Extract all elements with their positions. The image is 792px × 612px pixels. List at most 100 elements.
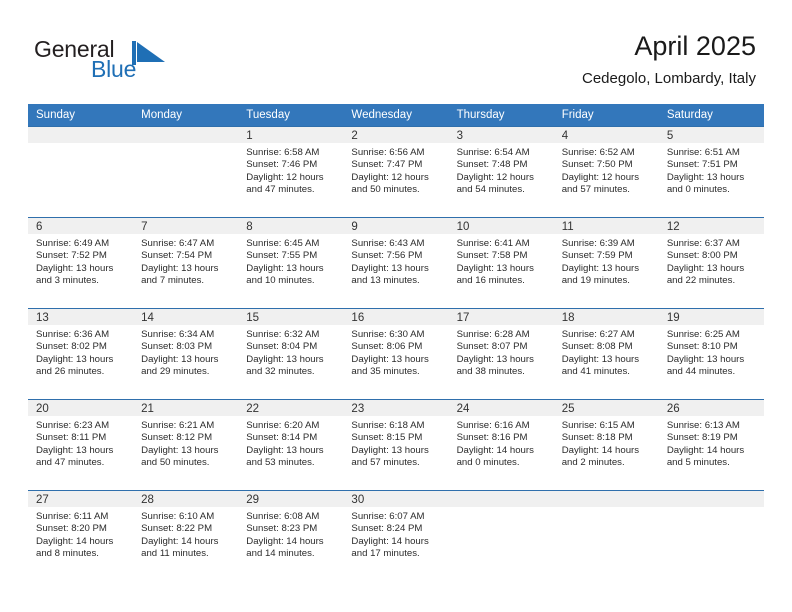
daylight-duration-line2: and 38 minutes.	[456, 365, 525, 377]
calendar-day-cell[interactable]: 22 Sunrise: 6:20 AM Sunset: 8:14 PM Dayligh…	[238, 399, 344, 491]
daylight-duration-line2: and 7 minutes.	[141, 274, 205, 286]
calendar-week-row: 20 Sunrise: 6:23 AM Sunset: 8:11 PM Dayligh…	[28, 399, 764, 491]
day-sun-info: Sunrise: 6:27 AM Sunset: 8:08 PM Daylight:…	[554, 325, 659, 378]
daylight-duration-line2: and 5 minutes.	[666, 456, 730, 468]
calendar-day-cell[interactable]: 10 Sunrise: 6:41 AM Sunset: 7:58 PM Dayligh…	[448, 217, 554, 309]
sunset-time: Sunset: 7:50 PM	[561, 159, 633, 171]
calendar-day-cell[interactable]: 15 Sunrise: 6:32 AM Sunset: 8:04 PM Dayligh…	[238, 308, 344, 400]
sunset-time: Sunset: 8:16 PM	[456, 432, 528, 444]
calendar-day-cell[interactable]: 4 Sunrise: 6:52 AM Sunset: 7:50 PM Daylight…	[553, 126, 659, 218]
calendar-day-cell[interactable]: 21 Sunrise: 6:21 AM Sunset: 8:12 PM Dayligh…	[133, 399, 239, 491]
calendar-day-cell[interactable]: 1 Sunrise: 6:58 AM Sunset: 7:46 PM Daylight…	[238, 126, 344, 218]
day-number: 7	[133, 218, 239, 234]
calendar-day-cell[interactable]: 3 Sunrise: 6:54 AM Sunset: 7:48 PM Daylight…	[448, 126, 554, 218]
calendar-day-cell[interactable]: 25 Sunrise: 6:15 AM Sunset: 8:18 PM Dayligh…	[553, 399, 659, 491]
day-sun-info: Sunrise: 6:49 AM Sunset: 7:52 PM Daylight:…	[28, 234, 133, 287]
daylight-duration-line2: and 0 minutes.	[666, 183, 730, 195]
calendar-day-cell[interactable]: 28 Sunrise: 6:10 AM Sunset: 8:22 PM Dayligh…	[133, 490, 239, 581]
daylight-duration-line1: Daylight: 12 hours	[246, 171, 324, 183]
day-sun-info: Sunrise: 6:56 AM Sunset: 7:47 PM Daylight:…	[343, 143, 448, 196]
calendar-header-row: Sunday Monday Tuesday Wednesday Thursday…	[28, 104, 764, 127]
day-sun-info: Sunrise: 6:36 AM Sunset: 8:02 PM Daylight:…	[28, 325, 133, 378]
sunrise-time: Sunrise: 6:34 AM	[141, 329, 215, 340]
daylight-duration-line1: Daylight: 13 hours	[246, 353, 324, 365]
page-title: April 2025	[634, 31, 756, 61]
blue-triangle-flag-icon	[132, 41, 166, 65]
sunrise-time: Sunrise: 6:36 AM	[36, 329, 110, 340]
day-number: 30	[343, 491, 449, 507]
calendar-day-cell[interactable]: 19 Sunrise: 6:25 AM Sunset: 8:10 PM Dayligh…	[658, 308, 764, 400]
calendar-day-cell[interactable]: 9 Sunrise: 6:43 AM Sunset: 7:56 PM Daylight…	[343, 217, 449, 309]
day-number	[28, 127, 134, 143]
daylight-duration-line1: Daylight: 13 hours	[561, 353, 640, 365]
calendar-day-cell[interactable]: 2 Sunrise: 6:56 AM Sunset: 7:47 PM Daylight…	[343, 126, 449, 218]
sunset-time: Sunset: 8:19 PM	[666, 432, 738, 444]
calendar-day-cell[interactable]: 11 Sunrise: 6:39 AM Sunset: 7:59 PM Dayligh…	[553, 217, 659, 309]
sunset-time: Sunset: 8:23 PM	[246, 523, 318, 535]
calendar-day-cell[interactable]: 23 Sunrise: 6:18 AM Sunset: 8:15 PM Dayligh…	[343, 399, 449, 491]
calendar-day-cell[interactable]: 6 Sunrise: 6:49 AM Sunset: 7:52 PM Daylight…	[28, 217, 134, 309]
calendar-day-cell[interactable]: 30 Sunrise: 6:07 AM Sunset: 8:24 PM Dayligh…	[343, 490, 449, 581]
sunset-time: Sunset: 8:00 PM	[666, 250, 738, 262]
day-number	[448, 491, 554, 507]
weekday-header-thursday: Thursday	[448, 104, 554, 127]
day-number: 12	[658, 218, 764, 234]
calendar-day-cell[interactable]: 26 Sunrise: 6:13 AM Sunset: 8:19 PM Dayligh…	[658, 399, 764, 491]
weekday-header-sunday: Sunday	[28, 104, 134, 127]
calendar-day-cell[interactable]: 29 Sunrise: 6:08 AM Sunset: 8:23 PM Dayligh…	[238, 490, 344, 581]
daylight-duration-line2: and 0 minutes.	[456, 456, 520, 468]
daylight-duration-line2: and 47 minutes.	[246, 183, 315, 195]
day-number: 2	[343, 127, 449, 143]
daylight-duration-line1: Daylight: 13 hours	[666, 262, 745, 274]
daylight-duration-line1: Daylight: 13 hours	[246, 444, 324, 456]
daylight-duration-line1: Daylight: 14 hours	[351, 535, 429, 547]
sunrise-time: Sunrise: 6:16 AM	[456, 420, 530, 431]
sunrise-time: Sunrise: 6:58 AM	[246, 147, 320, 158]
daylight-duration-line1: Daylight: 13 hours	[141, 262, 219, 274]
daylight-duration-line1: Daylight: 13 hours	[666, 171, 745, 183]
calendar-day-cell[interactable]: 12 Sunrise: 6:37 AM Sunset: 8:00 PM Dayligh…	[658, 217, 764, 309]
sunset-time: Sunset: 7:52 PM	[36, 250, 107, 262]
calendar-page: General Blue April 2025 Cedegolo, Lombar…	[0, 0, 792, 612]
page-header: General Blue April 2025 Cedegolo, Lombar…	[0, 0, 792, 100]
day-number: 23	[343, 400, 449, 416]
sunset-time: Sunset: 8:10 PM	[666, 341, 738, 353]
sunset-time: Sunset: 8:12 PM	[141, 432, 213, 444]
calendar-empty-cell	[133, 126, 239, 218]
day-number: 13	[28, 309, 134, 325]
daylight-duration-line1: Daylight: 13 hours	[246, 262, 324, 274]
daylight-duration-line2: and 11 minutes.	[141, 547, 209, 559]
calendar-day-cell[interactable]: 18 Sunrise: 6:27 AM Sunset: 8:08 PM Dayligh…	[553, 308, 659, 400]
calendar-empty-cell	[28, 126, 134, 218]
daylight-duration-line2: and 17 minutes.	[351, 547, 420, 559]
sunset-time: Sunset: 8:24 PM	[351, 523, 423, 535]
sunrise-time: Sunrise: 6:08 AM	[246, 511, 320, 522]
day-number	[658, 491, 764, 507]
day-sun-info: Sunrise: 6:45 AM Sunset: 7:55 PM Daylight:…	[238, 234, 343, 287]
sunset-time: Sunset: 8:18 PM	[561, 432, 633, 444]
daylight-duration-line1: Daylight: 13 hours	[666, 353, 745, 365]
sunset-time: Sunset: 8:04 PM	[246, 341, 318, 353]
day-sun-info: Sunrise: 6:30 AM Sunset: 8:06 PM Daylight:…	[343, 325, 448, 378]
day-sun-info: Sunrise: 6:34 AM Sunset: 8:03 PM Daylight:…	[133, 325, 238, 378]
sunset-time: Sunset: 7:58 PM	[456, 250, 528, 262]
day-sun-info: Sunrise: 6:13 AM Sunset: 8:19 PM Daylight:…	[659, 416, 764, 469]
calendar-day-cell[interactable]: 27 Sunrise: 6:11 AM Sunset: 8:20 PM Dayligh…	[28, 490, 134, 581]
calendar-day-cell[interactable]: 7 Sunrise: 6:47 AM Sunset: 7:54 PM Daylight…	[133, 217, 239, 309]
calendar-day-cell[interactable]: 8 Sunrise: 6:45 AM Sunset: 7:55 PM Daylight…	[238, 217, 344, 309]
calendar-day-cell[interactable]: 20 Sunrise: 6:23 AM Sunset: 8:11 PM Dayligh…	[28, 399, 134, 491]
calendar-day-cell[interactable]: 17 Sunrise: 6:28 AM Sunset: 8:07 PM Dayligh…	[448, 308, 554, 400]
calendar-day-cell[interactable]: 24 Sunrise: 6:16 AM Sunset: 8:16 PM Dayligh…	[448, 399, 554, 491]
daylight-duration-line1: Daylight: 14 hours	[36, 535, 114, 547]
daylight-duration-line1: Daylight: 13 hours	[351, 444, 429, 456]
calendar-day-cell[interactable]: 14 Sunrise: 6:34 AM Sunset: 8:03 PM Dayligh…	[133, 308, 239, 400]
weekday-header-wednesday: Wednesday	[343, 104, 449, 127]
sunset-time: Sunset: 7:47 PM	[351, 159, 423, 171]
daylight-duration-line2: and 13 minutes.	[351, 274, 420, 286]
calendar-day-cell[interactable]: 5 Sunrise: 6:51 AM Sunset: 7:51 PM Daylight…	[658, 126, 764, 218]
sunrise-time: Sunrise: 6:28 AM	[456, 329, 530, 340]
weekday-header-tuesday: Tuesday	[238, 104, 344, 127]
daylight-duration-line2: and 50 minutes.	[351, 183, 420, 195]
calendar-day-cell[interactable]: 16 Sunrise: 6:30 AM Sunset: 8:06 PM Dayligh…	[343, 308, 449, 400]
calendar-day-cell[interactable]: 13 Sunrise: 6:36 AM Sunset: 8:02 PM Dayligh…	[28, 308, 134, 400]
